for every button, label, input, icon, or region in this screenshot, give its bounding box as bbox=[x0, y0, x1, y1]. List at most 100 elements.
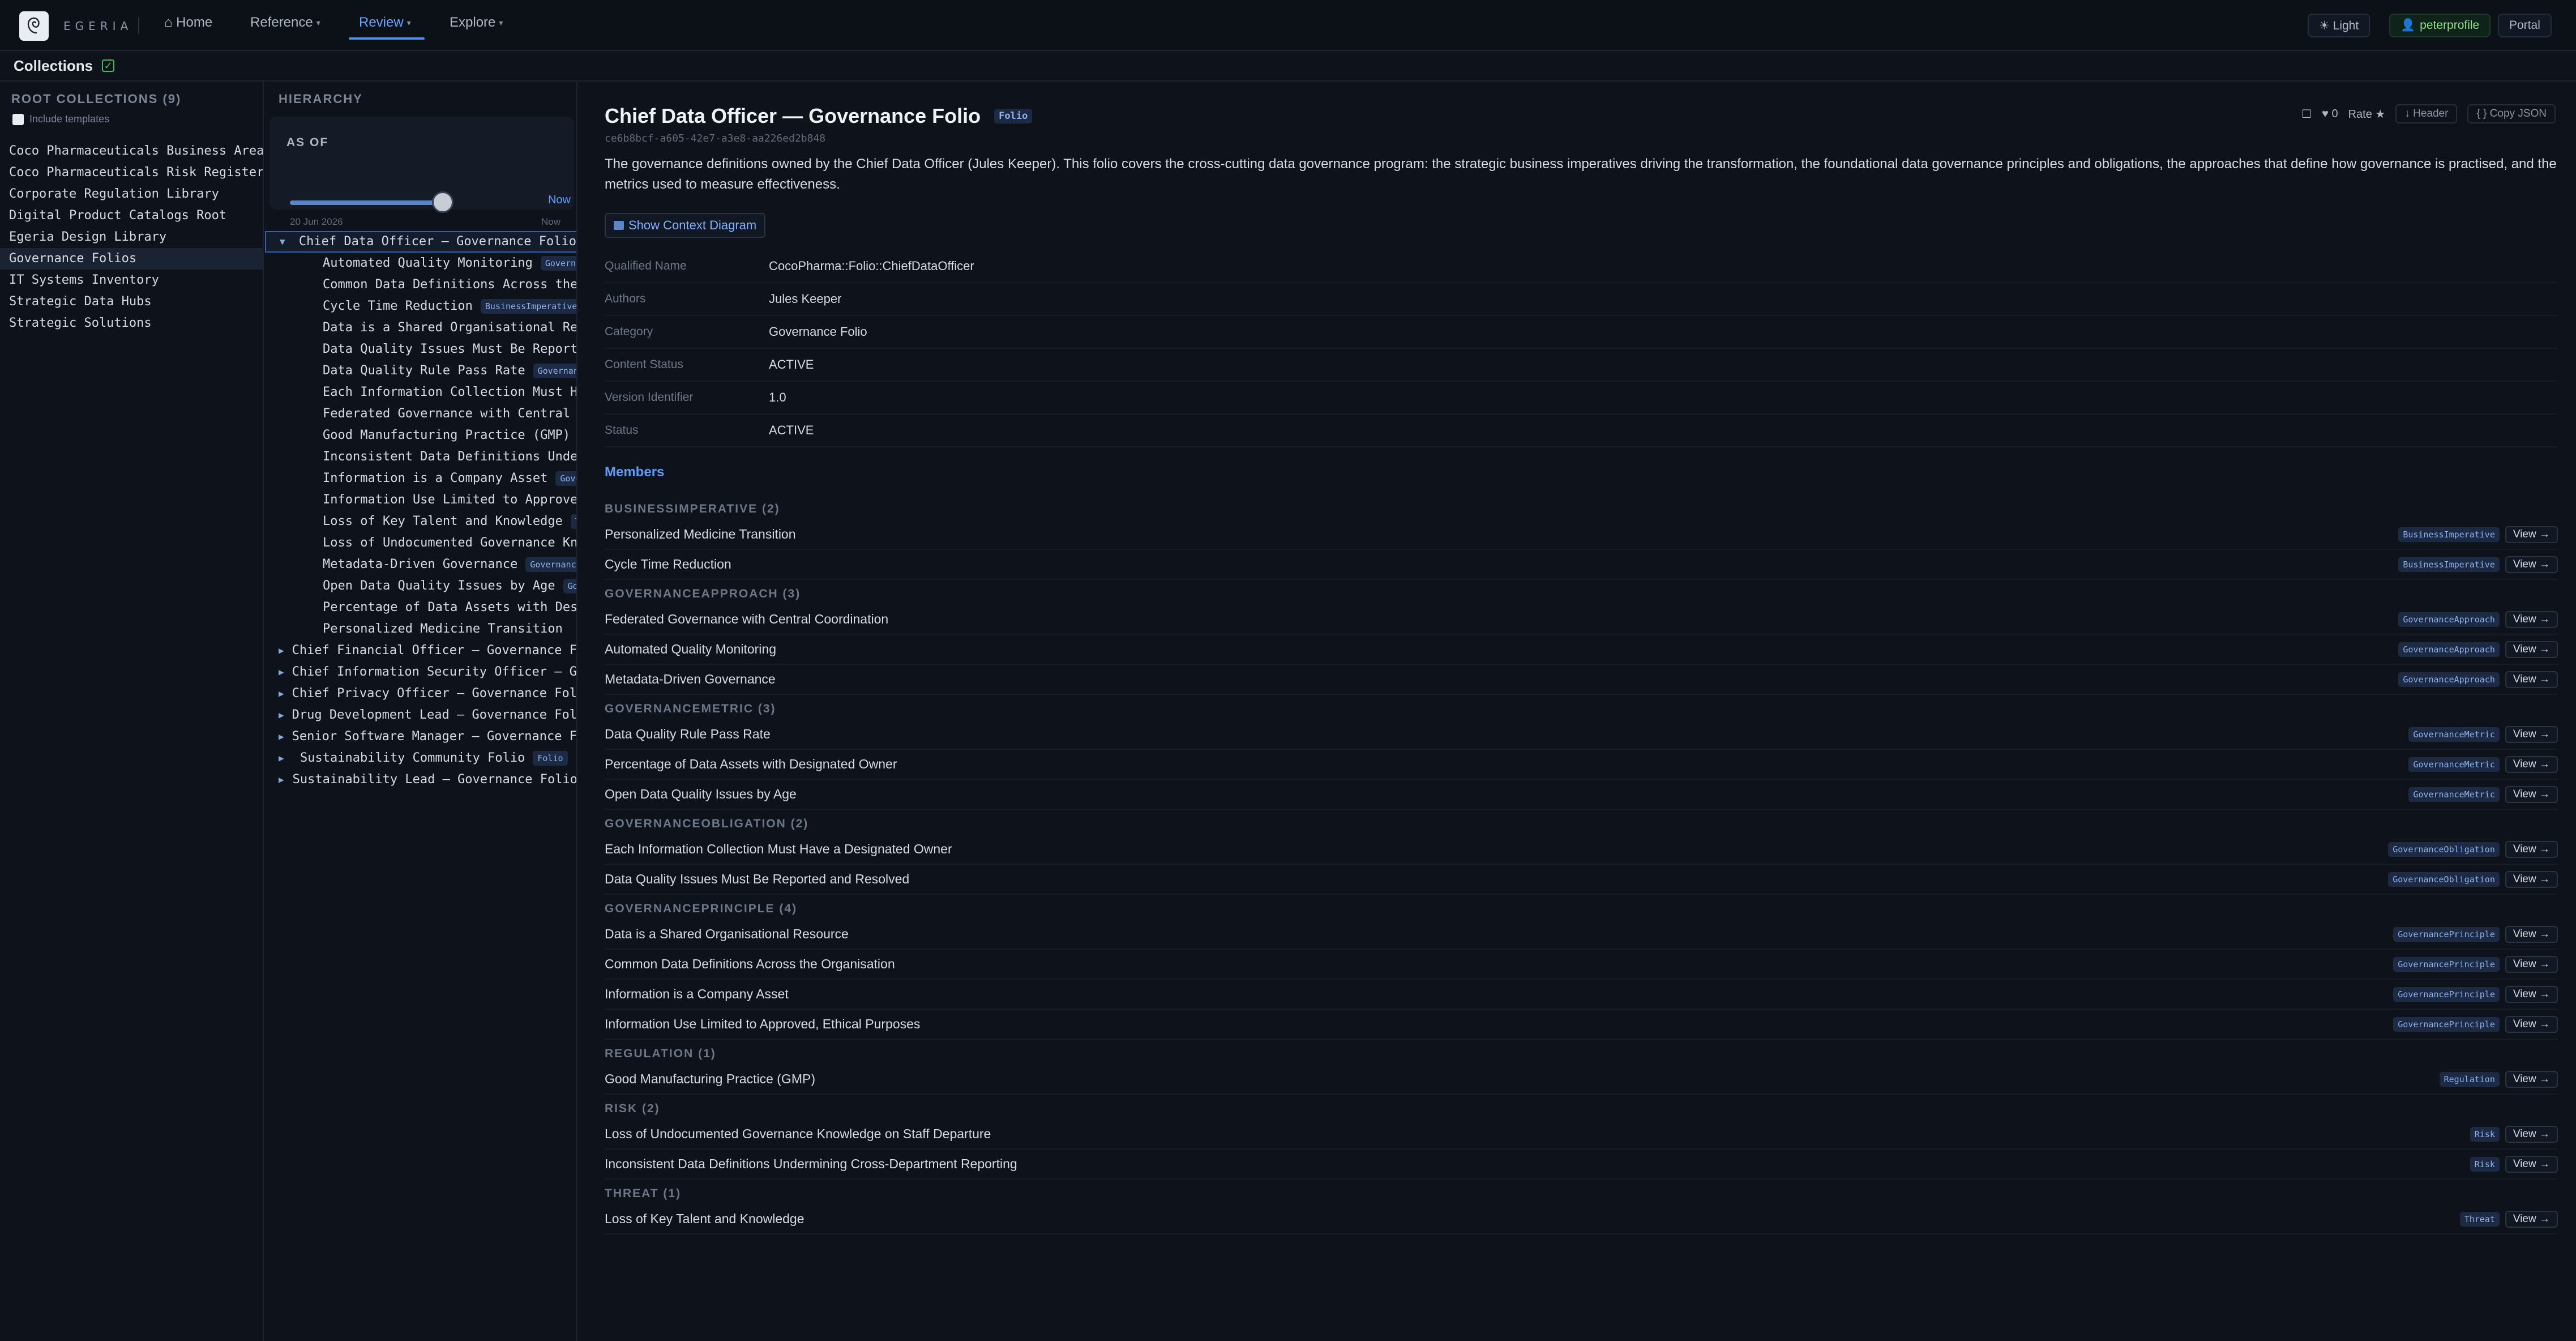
root-collection-item[interactable]: Coco Pharmaceuticals Risk Register bbox=[0, 162, 263, 183]
root-collection-item[interactable]: Strategic Solutions bbox=[0, 313, 263, 334]
view-button[interactable]: View → bbox=[2505, 526, 2558, 543]
view-button[interactable]: View → bbox=[2505, 840, 2558, 858]
root-collection-item[interactable]: IT Systems Inventory bbox=[0, 270, 263, 291]
nav-review[interactable]: Review ▾ bbox=[359, 15, 411, 31]
member-name: Inconsistent Data Definitions Underminin… bbox=[605, 1156, 1017, 1171]
checkbox-checked-icon[interactable]: ✓ bbox=[102, 59, 115, 72]
tree-node-type-badge: GovernanceApproach bbox=[540, 256, 576, 271]
expand-triangle-right-icon[interactable]: ▶ bbox=[279, 661, 284, 683]
as-of-now-button[interactable]: Now bbox=[548, 194, 571, 207]
tree-node-root[interactable]: ▶ Drug Development Lead — Governance Foli… bbox=[265, 704, 576, 726]
view-button[interactable]: View → bbox=[2505, 556, 2558, 573]
tree-node-root[interactable]: ▶ Sustainability Community Folio Folio bbox=[265, 748, 576, 769]
tree-node-child[interactable]: Inconsistent Data Definitions Underminin… bbox=[265, 446, 576, 468]
view-button[interactable]: View → bbox=[2505, 1210, 2558, 1228]
as-of-slider-track[interactable] bbox=[290, 200, 443, 205]
user-profile-button[interactable]: 👤 peterprofile bbox=[2389, 14, 2491, 37]
tree-node-child[interactable]: Good Manufacturing Practice (GMP) bbox=[265, 425, 576, 446]
root-collection-item[interactable]: Governance Folios bbox=[0, 248, 263, 270]
as-of-slider-handle[interactable] bbox=[432, 191, 453, 213]
tree-node-child[interactable]: Percentage of Data Assets with Designate… bbox=[265, 597, 577, 618]
member-name: Metadata-Driven Governance bbox=[605, 672, 776, 686]
expand-triangle-right-icon[interactable]: ▶ bbox=[279, 683, 284, 704]
top-bar: EGERIA ⌂ Home Reference ▾ Review ▾ Explo… bbox=[0, 0, 2576, 51]
tree-node-label: Metadata-Driven Governance bbox=[323, 557, 518, 571]
root-collection-item[interactable]: Corporate Regulation Library bbox=[0, 183, 263, 205]
tree-node-root-selected[interactable]: ▼ Chief Data Officer — Governance Folio bbox=[265, 231, 576, 253]
tree-node-root[interactable]: ▶ Chief Information Security Officer — Go… bbox=[265, 661, 576, 683]
view-button[interactable]: View → bbox=[2505, 870, 2558, 888]
tree-node-label: Cycle Time Reduction bbox=[323, 299, 473, 313]
tree-node-child[interactable]: Open Data Quality Issues by Age Governanc… bbox=[265, 575, 576, 597]
tree-node-child[interactable]: Data is a Shared Organisational Resource bbox=[265, 317, 576, 339]
include-templates-checkbox[interactable] bbox=[12, 113, 24, 125]
view-button[interactable]: View → bbox=[2505, 1125, 2558, 1143]
root-collection-item[interactable]: Digital Product Catalogs Root bbox=[0, 205, 263, 227]
property-key: Version Identifier bbox=[605, 391, 694, 404]
nav-explore[interactable]: Explore ▾ bbox=[450, 15, 503, 31]
tree-node-root[interactable]: ▶ Chief Financial Officer — Governance Fo… bbox=[265, 640, 576, 661]
tree-node-root[interactable]: ▶ Chief Privacy Officer — Governance Foli… bbox=[265, 683, 576, 704]
tree-node-child[interactable]: Information Use Limited to Approved, Eth… bbox=[265, 489, 576, 511]
tree-node-child[interactable]: Metadata-Driven Governance GovernanceAppr… bbox=[265, 554, 576, 575]
view-button[interactable]: View → bbox=[2505, 1015, 2558, 1033]
nav-review-label: Review bbox=[359, 15, 404, 30]
view-button[interactable]: View → bbox=[2505, 1155, 2558, 1173]
view-button[interactable]: View → bbox=[2505, 785, 2558, 803]
expand-triangle-down-icon[interactable]: ▼ bbox=[280, 231, 291, 253]
expand-triangle-right-icon[interactable]: ▶ bbox=[279, 704, 284, 726]
tree-node-label: Data Quality Issues Must Be Reported and… bbox=[323, 342, 577, 356]
root-collection-item[interactable]: Strategic Data Hubs bbox=[0, 291, 263, 313]
view-button[interactable]: View → bbox=[2505, 925, 2558, 943]
tree-node-child[interactable]: Each Information Collection Must Have a … bbox=[265, 382, 576, 403]
nav-explore-label: Explore bbox=[450, 15, 496, 30]
tree-node-child[interactable]: Data Quality Issues Must Be Reported and… bbox=[265, 339, 577, 360]
include-templates-toggle[interactable]: Include templates bbox=[12, 113, 109, 125]
tree-node-child[interactable]: Loss of Undocumented Governance Knowledg… bbox=[265, 532, 576, 554]
expand-triangle-right-icon[interactable]: ▶ bbox=[279, 640, 284, 661]
expand-triangle-right-icon[interactable]: ▶ bbox=[279, 748, 292, 769]
like-button[interactable]: ♥ 0 bbox=[2322, 108, 2338, 121]
rate-button[interactable]: Rate ★ bbox=[2348, 107, 2386, 121]
show-context-diagram-button[interactable]: Show Context Diagram bbox=[605, 213, 766, 238]
root-collection-item[interactable]: Egeria Design Library bbox=[0, 227, 263, 248]
view-button[interactable]: View → bbox=[2505, 755, 2558, 773]
header-button[interactable]: ↓ Header bbox=[2395, 104, 2458, 123]
tree-node-label: Senior Software Manager — Governance Fol… bbox=[292, 729, 577, 744]
root-collections-panel: ROOT COLLECTIONS (9) Include templates C… bbox=[0, 82, 264, 1341]
tree-node-child[interactable]: Automated Quality Monitoring GovernanceAp… bbox=[265, 253, 576, 274]
tree-node-child[interactable]: Common Data Definitions Across the Organ… bbox=[265, 274, 576, 296]
member-name: Loss of Undocumented Governance Knowledg… bbox=[605, 1126, 991, 1141]
tree-node-label: Open Data Quality Issues by Age bbox=[323, 579, 555, 593]
tree-node-root[interactable]: ▶ Senior Software Manager — Governance Fo… bbox=[265, 726, 577, 748]
copy-json-button[interactable]: { } Copy JSON bbox=[2467, 104, 2556, 123]
view-button[interactable]: View → bbox=[2505, 640, 2558, 658]
nav-reference[interactable]: Reference ▾ bbox=[250, 15, 320, 31]
view-button[interactable]: View → bbox=[2505, 610, 2558, 628]
view-button[interactable]: View → bbox=[2505, 985, 2558, 1003]
view-button[interactable]: View → bbox=[2505, 670, 2558, 688]
nav-home[interactable]: ⌂ Home bbox=[164, 15, 212, 31]
property-key: Authors bbox=[605, 292, 646, 305]
tree-node-child[interactable]: Information is a Company Asset Governance… bbox=[265, 468, 576, 489]
tree-node-root[interactable]: ▶ Sustainability Lead — Governance Folio bbox=[265, 769, 576, 791]
property-key: Content Status bbox=[605, 358, 683, 371]
expand-triangle-right-icon[interactable]: ▶ bbox=[279, 726, 284, 748]
root-collection-item[interactable]: Coco Pharmaceuticals Business Area bbox=[0, 140, 263, 162]
view-button[interactable]: View → bbox=[2505, 955, 2558, 973]
property-key: Status bbox=[605, 424, 639, 437]
expand-triangle-right-icon[interactable]: ▶ bbox=[279, 769, 285, 791]
tree-node-child[interactable]: Data Quality Rule Pass Rate GovernanceMet… bbox=[265, 360, 576, 382]
tree-node-child[interactable]: Cycle Time Reduction BusinessImperative bbox=[265, 296, 576, 317]
portal-button[interactable]: Portal bbox=[2498, 14, 2552, 37]
bookmark-icon[interactable]: ☐ bbox=[2301, 107, 2312, 121]
theme-toggle-button[interactable]: ☀ Light bbox=[2308, 14, 2370, 37]
property-row: Content Status ACTIVE bbox=[605, 349, 2558, 382]
view-button[interactable]: View → bbox=[2505, 1070, 2558, 1088]
tree-node-label: Percentage of Data Assets with Designate… bbox=[323, 600, 577, 614]
view-button[interactable]: View → bbox=[2505, 725, 2558, 743]
tree-node-child[interactable]: Personalized Medicine Transition bbox=[265, 618, 576, 640]
tree-node-child[interactable]: Federated Governance with Central Coordi… bbox=[265, 403, 576, 425]
egeria-logo-icon[interactable] bbox=[19, 11, 49, 41]
tree-node-child[interactable]: Loss of Key Talent and Knowledge Threat bbox=[265, 511, 576, 532]
